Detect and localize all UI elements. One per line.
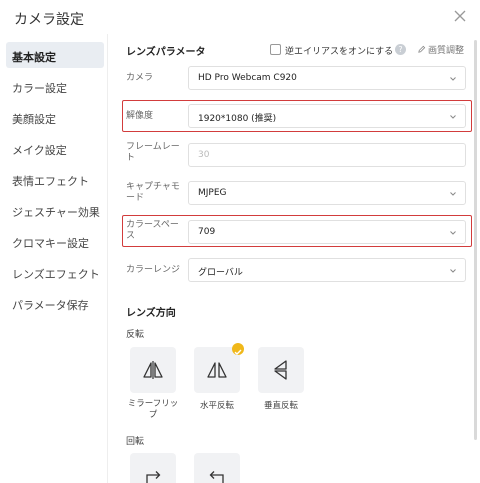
mirror-flip-label: ミラーフリップ — [127, 399, 179, 420]
horizontal-flip-label: 水平反転 — [199, 401, 234, 411]
color-space-value: 709 — [198, 227, 216, 237]
sidebar-item-basic[interactable]: 基本設定 — [6, 42, 104, 68]
color-space-label: カラースペース — [126, 220, 179, 241]
sidebar-item-expression[interactable]: 表情エフェクト — [6, 166, 104, 192]
color-space-select[interactable]: 709 — [188, 220, 466, 244]
edit-icon — [418, 45, 426, 53]
sidebar-item-lens-effect[interactable]: レンズエフェクト — [6, 259, 104, 285]
close-icon[interactable] — [452, 8, 468, 24]
quality-adjust-link[interactable]: 画質調整 — [417, 43, 464, 56]
mirror-flip-tile[interactable] — [130, 347, 176, 393]
settings-content: レンズパラメータ 逆エイリアスをオンにする ? 画質調整 カメラ HD Pro … — [108, 34, 480, 483]
help-icon[interactable]: ? — [395, 44, 406, 55]
chevron-down-icon — [450, 269, 456, 273]
title-bar: カメラ設定 — [0, 0, 480, 34]
vertical-flip-icon — [274, 360, 287, 380]
sidebar-item-save-params[interactable]: パラメータ保存 — [6, 290, 104, 316]
chevron-down-icon — [450, 192, 456, 196]
mirror-checkbox-label[interactable]: 逆エイリアスをオンにする — [285, 44, 393, 57]
chevron-down-icon — [450, 115, 456, 119]
mirror-flip-icon — [143, 361, 163, 379]
rotate-left-icon — [209, 471, 224, 483]
capture-mode-value: MJPEG — [198, 188, 227, 198]
rotate-left-tile[interactable] — [194, 453, 240, 483]
color-range-value: グローバル — [198, 268, 243, 278]
horizontal-flip-icon — [207, 362, 227, 378]
selected-check-icon — [232, 343, 244, 355]
lens-direction-title: レンズ方向 — [126, 308, 176, 319]
rotate-right-tile[interactable] — [130, 453, 176, 483]
resolution-label: 解像度 — [126, 111, 154, 121]
capture-mode-select[interactable]: MJPEG — [188, 181, 466, 205]
rotate-right-icon — [146, 471, 161, 483]
color-range-label: カラーレンジ — [126, 265, 181, 275]
sidebar-item-gesture[interactable]: ジェスチャー効果 — [6, 197, 104, 223]
camera-value: HD Pro Webcam C920 — [198, 73, 297, 83]
camera-select[interactable]: HD Pro Webcam C920 — [188, 66, 466, 90]
capture-mode-label: キャプチャモード — [126, 182, 180, 203]
framerate-label: フレームレート — [126, 142, 180, 163]
resolution-select[interactable]: 1920*1080 (推奨) — [188, 104, 466, 128]
sidebar-item-chroma-key[interactable]: クロマキー設定 — [6, 228, 104, 254]
color-range-select[interactable]: グローバル — [188, 258, 466, 282]
sidebar-item-beauty[interactable]: 美顔設定 — [6, 104, 104, 130]
lens-params-title: レンズパラメータ — [126, 47, 206, 58]
window-title: カメラ設定 — [14, 12, 84, 28]
mirror-checkbox[interactable] — [270, 44, 281, 55]
quality-adjust-label: 画質調整 — [428, 46, 465, 56]
sidebar-item-makeup[interactable]: メイク設定 — [6, 135, 104, 161]
vertical-flip-label: 垂直反転 — [263, 401, 298, 411]
sidebar-item-color[interactable]: カラー設定 — [6, 73, 104, 99]
chevron-down-icon — [450, 231, 456, 235]
framerate-value: 30 — [198, 150, 210, 160]
rotate-section-label: 回転 — [126, 437, 145, 447]
chevron-down-icon — [450, 77, 456, 81]
flip-section-label: 反転 — [126, 330, 145, 340]
resolution-value: 1920*1080 (推奨) — [198, 114, 277, 124]
vertical-flip-tile[interactable] — [258, 347, 304, 393]
camera-label: カメラ — [126, 73, 154, 83]
content-scrollbar[interactable] — [474, 40, 477, 440]
framerate-input: 30 — [188, 143, 466, 167]
settings-sidebar: 基本設定 カラー設定 美顔設定 メイク設定 表情エフェクト ジェスチャー効果 ク… — [0, 34, 108, 483]
